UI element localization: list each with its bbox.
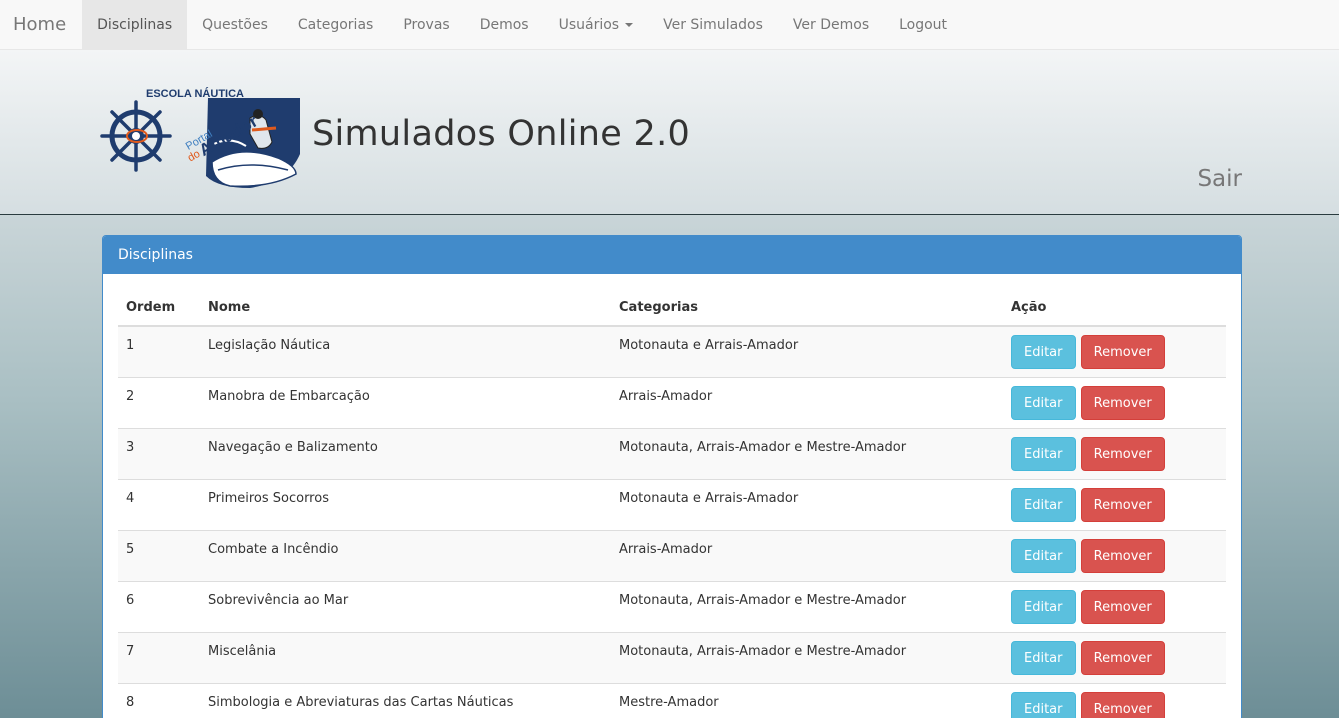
- cell-acao: Editar Remover: [1003, 529, 1226, 581]
- cell-categorias: Motonauta e Arrais-Amador: [611, 478, 1003, 530]
- cell-ordem: 7: [118, 631, 200, 683]
- nav-item-quest-es[interactable]: Questões: [187, 0, 283, 50]
- nav-item-label: Provas: [403, 16, 450, 33]
- cell-nome: Combate a Incêndio: [200, 529, 611, 581]
- cell-ordem: 5: [118, 529, 200, 581]
- column-header-acao: Ação: [1003, 289, 1226, 327]
- nav-item-logout[interactable]: Logout: [884, 0, 962, 50]
- table-row: 7 Miscelânia Motonauta, Arrais-Amador e Me…: [118, 631, 1226, 683]
- escola-nautica-logo: ESCOLA NÁUTICA Portal do Amador: [100, 87, 300, 188]
- cell-ordem: 3: [118, 427, 200, 479]
- nav-menu: Disciplinas Questões Categorias Provas Demos…: [82, 0, 962, 50]
- cell-nome: Navegação e Balizamento: [200, 427, 611, 479]
- cell-ordem: 4: [118, 478, 200, 530]
- cell-acao: Editar Remover: [1003, 427, 1226, 479]
- edit-button[interactable]: Editar: [1011, 538, 1076, 573]
- nav-item-usu-rios[interactable]: Usuários: [544, 0, 649, 50]
- nav-item-ver-simulados[interactable]: Ver Simulados: [648, 0, 778, 50]
- nav-item-categorias[interactable]: Categorias: [283, 0, 388, 50]
- cell-categorias: Arrais-Amador: [611, 376, 1003, 428]
- cell-nome: Primeiros Socorros: [200, 478, 611, 530]
- ship-wheel-icon: [100, 100, 172, 172]
- table-row: 8 Simbologia e Abreviaturas das Cartas Ná…: [118, 682, 1226, 718]
- cell-ordem: 2: [118, 376, 200, 428]
- nav-home-link[interactable]: Home: [0, 0, 81, 50]
- cell-nome: Manobra de Embarcação: [200, 376, 611, 428]
- cell-categorias: Arrais-Amador: [611, 529, 1003, 581]
- remove-button[interactable]: Remover: [1080, 640, 1165, 675]
- nav-item-ver-demos[interactable]: Ver Demos: [778, 0, 884, 50]
- nav-item-disciplinas[interactable]: Disciplinas: [82, 0, 188, 50]
- nav-item-label: Questões: [202, 16, 268, 33]
- table-row: 5 Combate a Incêndio Arrais-Amador Editar R…: [118, 529, 1226, 581]
- edit-button[interactable]: Editar: [1011, 487, 1076, 522]
- table-row: 4 Primeiros Socorros Motonauta e Arrais-Am…: [118, 478, 1226, 530]
- sair-link[interactable]: Sair: [1197, 166, 1242, 192]
- remove-button[interactable]: Remover: [1080, 335, 1165, 369]
- edit-button[interactable]: Editar: [1011, 335, 1076, 369]
- column-header-ordem: Ordem: [118, 289, 200, 327]
- remove-button[interactable]: Remover: [1080, 436, 1165, 471]
- edit-button[interactable]: Editar: [1011, 640, 1076, 675]
- table-row: 2 Manobra de Embarcação Arrais-Amador Edita…: [118, 376, 1226, 428]
- cell-acao: Editar Remover: [1003, 478, 1226, 530]
- disciplinas-table: Ordem Nome Categorias Ação 1 Legislação N…: [118, 289, 1226, 718]
- site-title: Simulados Online 2.0: [312, 114, 691, 154]
- cell-categorias: Motonauta e Arrais-Amador: [611, 325, 1003, 377]
- table-row: 1 Legislação Náutica Motonauta e Arrais-Am…: [118, 325, 1226, 377]
- top-navbar: Home Disciplinas Questões Categorias Provas…: [0, 0, 1339, 50]
- panel-heading: Disciplinas: [103, 236, 1241, 274]
- column-header-nome: Nome: [200, 289, 611, 327]
- cell-categorias: Motonauta, Arrais-Amador e Mestre-Amador: [611, 580, 1003, 632]
- cell-nome: Simbologia e Abreviaturas das Cartas Náu…: [200, 682, 611, 718]
- disciplinas-panel: Disciplinas Ordem Nome Categorias Ação 1…: [102, 235, 1242, 718]
- table-header-row: Ordem Nome Categorias Ação: [118, 289, 1226, 327]
- cell-categorias: Motonauta, Arrais-Amador e Mestre-Amador: [611, 427, 1003, 479]
- nav-item-demos[interactable]: Demos: [465, 0, 544, 50]
- cell-acao: Editar Remover: [1003, 682, 1226, 718]
- remove-button[interactable]: Remover: [1080, 385, 1165, 420]
- nav-item-label: Demos: [479, 16, 529, 33]
- cell-nome: Sobrevivência ao Mar: [200, 580, 611, 632]
- remove-button[interactable]: Remover: [1080, 691, 1165, 718]
- remove-button[interactable]: Remover: [1080, 538, 1165, 573]
- column-header-categorias: Categorias: [611, 289, 1003, 327]
- panel-title: Disciplinas: [118, 247, 193, 263]
- cell-acao: Editar Remover: [1003, 580, 1226, 632]
- cell-acao: Editar Remover: [1003, 325, 1226, 377]
- caret-down-icon: [625, 22, 634, 27]
- edit-button[interactable]: Editar: [1011, 589, 1076, 624]
- edit-button[interactable]: Editar: [1011, 691, 1076, 718]
- nav-item-label: Ver Demos: [792, 16, 870, 33]
- nav-item-label: Categorias: [297, 16, 374, 33]
- table-row: 6 Sobrevivência ao Mar Motonauta, Arrais-A…: [118, 580, 1226, 632]
- cell-ordem: 6: [118, 580, 200, 632]
- cell-nome: Miscelânia: [200, 631, 611, 683]
- cell-ordem: 1: [118, 325, 200, 377]
- nav-item-label: Logout: [899, 16, 948, 33]
- cell-nome: Legislação Náutica: [200, 325, 611, 377]
- remove-button[interactable]: Remover: [1080, 487, 1165, 522]
- page-header: ESCOLA NÁUTICA Portal do Amador Simulado…: [0, 50, 1339, 215]
- nav-item-label: Disciplinas: [97, 16, 173, 33]
- remove-button[interactable]: Remover: [1080, 589, 1165, 624]
- edit-button[interactable]: Editar: [1011, 436, 1076, 471]
- cell-categorias: Motonauta, Arrais-Amador e Mestre-Amador: [611, 631, 1003, 683]
- cell-acao: Editar Remover: [1003, 631, 1226, 683]
- table-row: 3 Navegação e Balizamento Motonauta, Arrai…: [118, 427, 1226, 479]
- edit-button[interactable]: Editar: [1011, 385, 1076, 420]
- cell-ordem: 8: [118, 682, 200, 718]
- nav-item-label: Ver Simulados: [663, 16, 763, 33]
- nav-item-label: Usuários: [558, 16, 620, 33]
- nav-item-provas[interactable]: Provas: [388, 0, 464, 50]
- cell-categorias: Mestre-Amador: [611, 682, 1003, 718]
- cell-acao: Editar Remover: [1003, 376, 1226, 428]
